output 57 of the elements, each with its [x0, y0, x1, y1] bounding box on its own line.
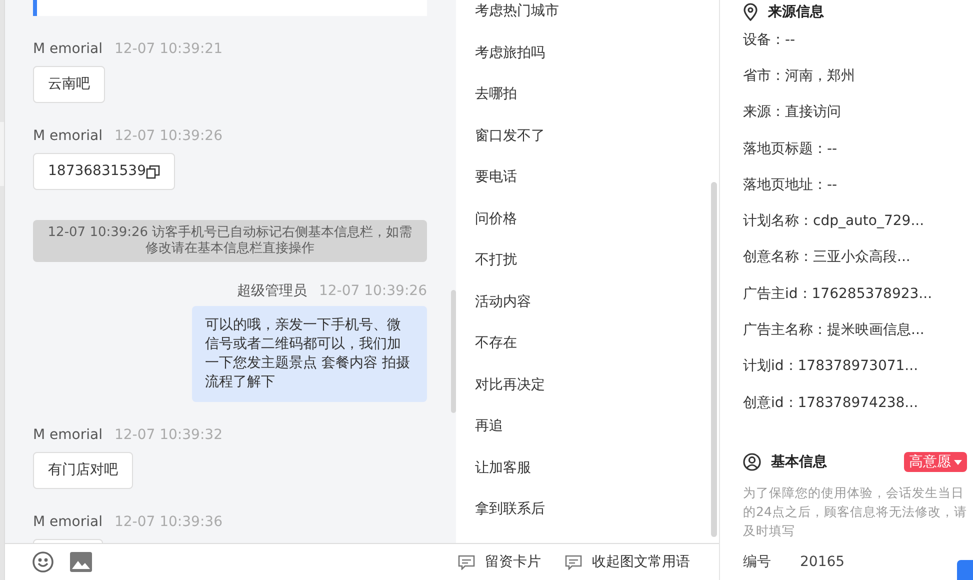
info-row-text: 创意名称：三亚小众高段... [743, 248, 912, 268]
footer-button[interactable]: 收起图文常用语 [565, 552, 690, 572]
field-value: 20165 [800, 553, 845, 572]
sender-name: M emorial [33, 40, 102, 58]
section-title: 来源信息 [768, 2, 824, 22]
scrollbar[interactable] [711, 182, 717, 537]
message-time: 12-07 10:39:32 [114, 426, 222, 444]
message-icon [565, 554, 582, 570]
message-bubble: 有门店对吧 [33, 452, 133, 489]
message-icon [458, 554, 475, 570]
copy-icon[interactable] [146, 164, 160, 178]
image-icon[interactable] [70, 552, 92, 572]
info-row-text: 设备：-- [743, 30, 796, 50]
quick-reply-item[interactable]: 去哪拍 [475, 74, 719, 116]
section-title: 基本信息 [771, 452, 827, 472]
quick-reply-item[interactable]: 不打扰 [475, 240, 719, 282]
sender-name: 超级管理员 [236, 282, 307, 300]
quick-reply-item[interactable]: 不存在 [475, 323, 719, 364]
quick-reply-item[interactable]: 对比再决定 [475, 364, 719, 406]
quick-reply-item[interactable]: 活动内容 [475, 282, 719, 323]
quick-reply-item[interactable]: 让加客服 [475, 448, 719, 489]
intent-badge[interactable]: 高意愿 [904, 452, 967, 472]
quick-reply-item[interactable]: 要电话 [475, 157, 719, 198]
info-row-text: 落地页标题：-- [743, 140, 838, 159]
info-row-text: 落地页地址：-- [743, 176, 838, 195]
message-time: 12-07 10:39:26 [114, 127, 222, 145]
quick-reply-item[interactable]: 再追 [475, 406, 719, 448]
user-icon [743, 453, 761, 472]
message-bubble: 18736831539 [33, 153, 175, 190]
message-bubble: 可以的哦，亲发一下手机号、微信号或者二维码都可以，我们加一下您发主题景点 套餐内容 拍摄流程了解下 [192, 306, 427, 402]
sender-name: M emorial [33, 426, 102, 444]
message-time: 12-07 10:39:26 [318, 282, 427, 300]
footer-button[interactable]: 留资卡片 [458, 552, 541, 572]
notice-text: 为了保障您的使用体验，会话发生当日的24点之后，顾客信息将无法修改，请及时填写 [743, 484, 968, 540]
info-row-text: 广告主id：176285378923... [743, 284, 934, 304]
field-label: 编号 [743, 553, 772, 572]
sender-name: M emorial [33, 513, 102, 531]
quick-reply-item[interactable]: 考虑旅拍吗 [475, 32, 719, 74]
scrollbar[interactable] [451, 290, 456, 413]
info-row-text: 省市：河南，郑州 [743, 66, 856, 86]
quick-reply-item[interactable]: 考虑热门城市 [475, 0, 719, 32]
quick-reply-item[interactable]: 问价格 [475, 198, 719, 240]
sender-name: M emorial [33, 127, 102, 145]
quick-reply-item[interactable]: 窗口发不了 [475, 116, 719, 157]
quick-reply-item[interactable]: 拿到联系后 [475, 489, 719, 530]
caret-icon [954, 460, 962, 465]
info-row-text: 来源：直接访问 [743, 103, 842, 122]
message-time: 12-07 10:39:36 [114, 513, 222, 531]
message-bubble: 云南吧 [33, 66, 105, 103]
info-row-text: 创意id：178378974238... [743, 394, 920, 413]
info-row-text: 计划名称：cdp_auto_729... [743, 212, 926, 232]
info-row-text: 广告主名称：提米映画信息... [743, 321, 926, 340]
location-pin-icon [743, 3, 758, 21]
message-time: 12-07 10:39:21 [114, 40, 222, 58]
system-notice: 12-07 10:39:26 访客手机号已自动标记右侧基本信息栏，如需修改请在基本信息栏直接操作 [33, 220, 427, 262]
emoji-icon[interactable] [32, 551, 54, 573]
info-row-text: 计划id：178378973071... [743, 357, 920, 376]
